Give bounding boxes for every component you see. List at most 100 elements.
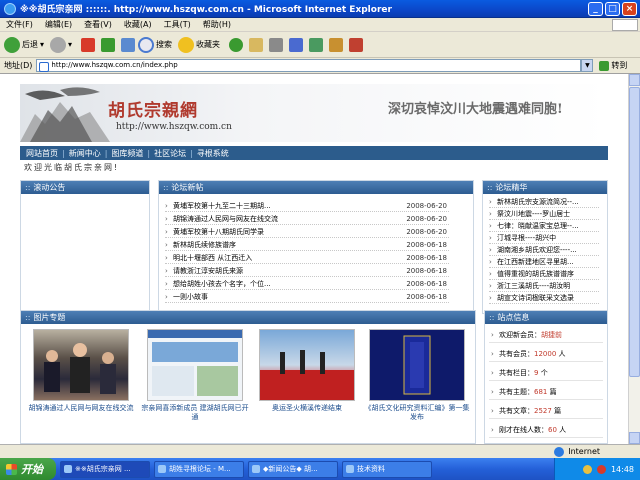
search-button[interactable]: 搜索 [138,36,172,53]
announcement-panel: 滚动公告 [20,180,150,314]
stat-row: 共有会员：12000 人 [489,346,603,362]
photo-thumbnail[interactable] [147,329,243,401]
site-nav: 网站首页 | 新闻中心 | 图库频道 | 社区论坛 | 寻根系统 [20,146,608,160]
ink-painting-logo-icon [20,87,110,142]
nav-news[interactable]: 新闻中心 [69,148,101,159]
address-dropdown-icon[interactable]: ▼ [581,59,594,72]
toolbar: 后退 ▾ ▾ 搜索 收藏夹 [0,32,640,58]
forum-post-item[interactable]: 黄埔军校第十九至二十三期胡...2008-06-20 [165,201,449,212]
stop-icon[interactable] [81,37,96,52]
tray-icon[interactable] [582,464,592,474]
elite-posts-header: 论坛精华 [483,181,607,194]
book-cover-icon [403,335,431,395]
page-viewport: 胡氏宗親網 http://www.hszqw.com.cn 深切哀悼汶川大地震遇… [0,74,628,444]
nav-gallery[interactable]: 图库频道 [111,148,143,159]
go-button[interactable]: 转到 [599,60,627,71]
photo-thumbnail[interactable] [33,329,129,401]
close-button[interactable]: × [622,2,637,16]
mourning-slogan: 深切哀悼汶川大地震遇难同胞! [388,102,563,117]
back-arrow-icon [4,36,20,53]
elite-post-item[interactable]: 在江西新建地区寻里胡... [489,257,599,268]
taskbar: 开始 ※※胡氏宗亲网 ... 胡姓寻根论坛 - M... ◆新闻公告◆ 胡...… [0,458,640,480]
forum-post-item[interactable]: 一则小故事2008-06-18 [165,292,449,303]
elite-post-item[interactable]: 新林胡氏宗支源流简况--... [489,197,599,208]
photo-thumbnail[interactable] [369,329,465,401]
security-zone: Internet [554,446,600,457]
taskbar-item[interactable]: 胡姓寻根论坛 - M... [154,460,244,478]
site-banner: 胡氏宗親網 http://www.hszqw.com.cn 深切哀悼汶川大地震遇… [20,84,608,142]
window-title: ※※胡氏宗亲网 ::::::. http://www.hszqw.com.cn … [20,5,392,15]
menu-tools[interactable]: 工具(T) [164,19,191,30]
home-icon[interactable] [121,37,136,52]
elite-post-item[interactable]: 浙江三溪胡氏----胡汝明 [489,281,599,292]
menu-view[interactable]: 查看(V) [84,19,112,30]
minimize-button[interactable]: _ [588,2,603,16]
stat-row: 刚才在线人数：60 人 [489,422,603,438]
scroll-down-icon[interactable] [629,432,640,444]
forum-post-item[interactable]: 黄埔军校第十八期胡氏同学录2008-06-20 [165,227,449,238]
nav-roots[interactable]: 寻根系统 [197,148,229,159]
forward-button[interactable]: ▾ [50,36,72,53]
forum-post-item[interactable]: 胡锦涛通过人民网与网友在线交流2008-06-20 [165,214,449,225]
photo-caption[interactable]: 奥运圣火横溪传递结束 [252,404,362,413]
photo-caption[interactable]: 宗亲网喜添新成员 建湖胡氏网已开通 [140,404,250,422]
welcome-marquee: 欢迎光临胡氏宗亲网! [24,163,120,172]
forum-post-item[interactable]: 明北十堰部西 从江西迁入2008-06-18 [165,253,449,264]
site-info-panel: 站点信息 欢迎新会员：胡捷前 共有会员：12000 人 共有栏目：9 个 共有主… [484,310,608,444]
stat-row: 欢迎新会员：胡捷前 [489,327,603,343]
ceremony-photo-icon [260,350,354,400]
back-button[interactable]: 后退 ▾ [4,36,44,53]
globe-icon [554,446,565,457]
forum-post-item[interactable]: 请教浙江淳安胡氏来源2008-06-18 [165,266,449,277]
taskbar-item[interactable]: ※※胡氏宗亲网 ... [60,460,150,478]
tray-icon[interactable] [596,464,606,474]
refresh-icon[interactable] [101,37,116,52]
stat-row: 共有文章：2527 篇 [489,403,603,419]
forum-post-item[interactable]: 想给胡姓小孩去个名字，个位...2008-06-18 [165,279,449,290]
maximize-button[interactable]: □ [605,2,620,16]
elite-post-item[interactable]: 汀城寻根----胡兴中 [489,233,599,244]
stat-row: 共有主题：681 篇 [489,384,603,400]
nav-home[interactable]: 网站首页 [26,148,58,159]
taskbar-item[interactable]: 技术资料 [342,460,432,478]
search-icon [138,36,155,53]
scroll-thumb[interactable] [629,87,640,377]
print-icon[interactable] [269,37,284,52]
elite-post-item[interactable]: 湖南湘乡胡氏欢迎您----... [489,245,599,256]
status-bar: Internet [0,444,640,458]
photo-panel: 图片专题 胡锦涛通过人民网与网友在线交流 宗亲网喜添新成员 建湖胡氏网已开通 奥… [20,310,476,444]
menu-edit[interactable]: 编辑(E) [45,19,72,30]
windows-flag-icon [6,463,17,475]
favorites-button[interactable]: 收藏夹 [178,36,220,53]
site-name: 胡氏宗親網 [108,101,198,121]
photo-thumbnail[interactable] [259,329,355,401]
menu-file[interactable]: 文件(F) [6,19,33,30]
messenger-icon[interactable] [309,37,324,52]
address-input[interactable]: http://www.hszqw.com.cn/index.php [36,59,582,72]
media-icon[interactable] [229,37,244,52]
word-icon[interactable] [289,37,304,52]
forum-posts-header: 论坛新帖 [159,181,473,194]
vertical-scrollbar[interactable] [628,74,640,444]
photo-panel-header: 图片专题 [21,311,475,324]
elite-post-item[interactable]: 值得重视的胡氏族谱谱序 [489,269,599,280]
favorites-star-icon [178,36,195,53]
research-icon[interactable] [349,37,364,52]
photo-caption[interactable]: 《胡氏文化研究资料汇编》第一集发布 [362,404,472,422]
elite-post-item[interactable]: 七律：晓献温家宝总理--... [489,221,599,232]
mail-icon[interactable] [249,37,264,52]
elite-post-item[interactable]: 胡宣文诗词楹联采文选录 [489,293,599,304]
nav-forum[interactable]: 社区论坛 [154,148,186,159]
photo-caption[interactable]: 胡锦涛通过人民网与网友在线交流 [26,404,136,413]
forum-post-item[interactable]: 新林胡氏续修族谱序2008-06-18 [165,240,449,251]
forum-posts-panel: 论坛新帖 黄埔军校第十九至二十三期胡...2008-06-20 胡锦涛通过人民网… [158,180,474,314]
start-button[interactable]: 开始 [0,458,56,480]
menu-help[interactable]: 帮助(H) [203,19,231,30]
elite-post-item[interactable]: 祭汶川地震----罗山居士 [489,209,599,220]
window-title-bar[interactable]: ※※胡氏宗亲网 ::::::. http://www.hszqw.com.cn … [0,0,640,18]
system-tray: 14:48 [554,458,640,480]
taskbar-item[interactable]: ◆新闻公告◆ 胡... [248,460,338,478]
scroll-up-icon[interactable] [629,74,640,86]
qq-icon[interactable] [329,37,344,52]
menu-favorites[interactable]: 收藏(A) [124,19,152,30]
